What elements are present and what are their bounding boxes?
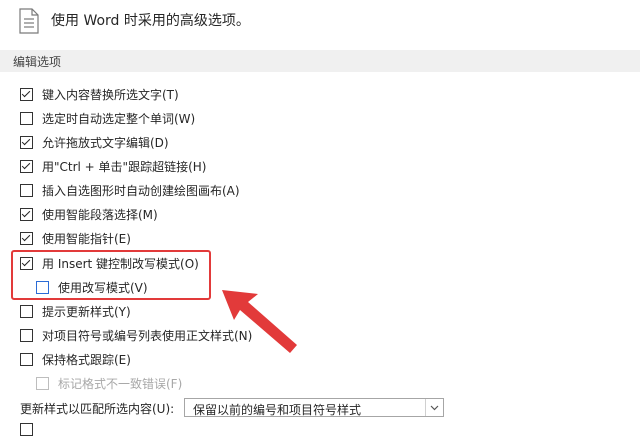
update-style-dropdown[interactable]: 保留以前的编号和项目符号样式 (184, 398, 444, 417)
option-keep-format-tracking[interactable]: 保持格式跟踪(E) (20, 350, 131, 368)
option-list-normal-style[interactable]: 对项目符号或编号列表使用正文样式(N) (20, 326, 252, 344)
option-prompt-update-style[interactable]: 提示更新样式(Y) (20, 302, 131, 320)
checkbox[interactable] (20, 304, 33, 318)
checkbox (36, 376, 49, 390)
option-mark-format-errors: 标记格式不一致错误(F) (36, 374, 182, 392)
option-label: 保持格式跟踪(E) (42, 352, 131, 367)
update-style-label: 更新样式以匹配所选内容(U): (20, 402, 175, 416)
option-label: 提示更新样式(Y) (42, 304, 131, 319)
chevron-down-icon (430, 405, 439, 411)
dropdown-value: 保留以前的编号和项目符号样式 (193, 403, 362, 417)
checkbox[interactable] (20, 328, 33, 342)
checkbox[interactable] (20, 352, 33, 366)
option-label: 标记格式不一致错误(F) (58, 376, 183, 391)
partial-checkbox[interactable] (20, 423, 33, 436)
option-label: 对项目符号或编号列表使用正文样式(N) (42, 328, 253, 343)
dropdown-button[interactable] (425, 399, 443, 416)
